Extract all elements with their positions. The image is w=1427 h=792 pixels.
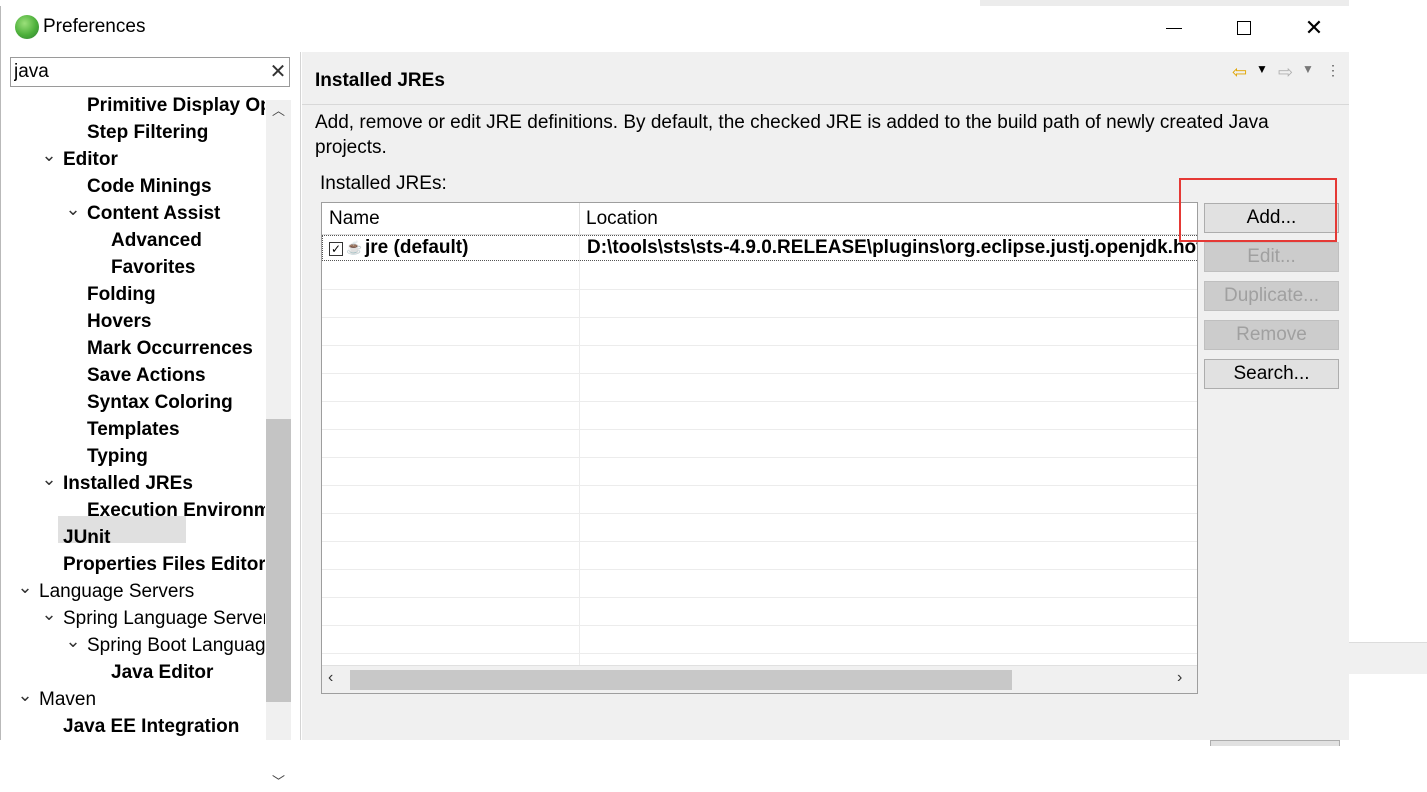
empty-row (322, 262, 1197, 290)
empty-row (322, 374, 1197, 402)
empty-row (322, 346, 1197, 374)
jre-table: Name Location ✓ ☕ jre (default) D:\tools… (321, 202, 1198, 694)
filter-input[interactable] (14, 61, 254, 83)
tree-scrollbar-thumb[interactable] (266, 419, 291, 702)
tree-item[interactable]: Maven (39, 686, 96, 713)
horizontal-scrollbar-thumb[interactable] (350, 670, 1012, 690)
tree-item[interactable]: Spring Boot Languag (87, 632, 265, 659)
edit-button[interactable]: Edit... (1204, 242, 1339, 272)
header-separator (302, 104, 1349, 105)
tree-item[interactable]: Advanced (111, 227, 202, 254)
jre-name-cell: jre (default) (365, 237, 469, 258)
table-label: Installed JREs: (320, 173, 447, 194)
tree-item[interactable]: Typing (87, 443, 148, 470)
minimize-icon (1166, 27, 1182, 29)
tree-expand-chevron-icon[interactable]: ⌄ (65, 200, 81, 227)
tree-expand-chevron-icon[interactable]: ⌄ (41, 470, 57, 497)
tree-item[interactable]: Execution Environm (87, 497, 265, 524)
preference-tree: Primitive Display Op Step Filtering ⌄ Edito… (1, 92, 265, 740)
column-header-name[interactable]: Name (329, 208, 380, 230)
tree-item[interactable]: Syntax Coloring (87, 389, 233, 416)
tree-expand-chevron-icon[interactable]: ⌄ (41, 146, 57, 173)
page-description: Add, remove or edit JRE definitions. By … (315, 112, 1269, 158)
tree-item[interactable]: Mark Occurrences (87, 335, 253, 362)
tree-item[interactable]: Content Assist (87, 200, 220, 227)
search-button[interactable]: Search... (1204, 359, 1339, 389)
table-row[interactable]: ✓ ☕ jre (default) D:\tools\sts\sts-4.9.0… (322, 235, 1198, 261)
annotation-highlight-box (1179, 178, 1337, 242)
close-icon: ✕ (1304, 15, 1324, 40)
tree-item[interactable]: Favorites (111, 254, 195, 281)
tree-item[interactable]: Java EE Integration (63, 713, 239, 740)
maximize-button[interactable] (1209, 6, 1279, 50)
scroll-right-icon[interactable]: › (1177, 669, 1182, 687)
remove-button[interactable]: Remove (1204, 320, 1339, 350)
filter-field[interactable]: ✕ (10, 57, 290, 87)
empty-row (322, 598, 1197, 626)
default-jre-checkbox[interactable]: ✓ (329, 242, 343, 256)
empty-row (322, 430, 1197, 458)
page-title: Installed JREs (315, 70, 445, 91)
forward-arrow-icon[interactable]: ⇨ (1278, 62, 1298, 84)
view-menu-icon[interactable]: ⋮ (1326, 62, 1340, 84)
column-header-location[interactable]: Location (586, 208, 658, 230)
jre-location-cell: D:\tools\sts\sts-4.9.0.RELEASE\plugins\o… (587, 237, 1198, 258)
tree-item[interactable]: Spring Language Server (63, 605, 265, 632)
jre-library-icon: ☕ (346, 240, 363, 255)
tree-item[interactable]: Step Filtering (87, 119, 208, 146)
empty-row (322, 290, 1197, 318)
duplicate-button[interactable]: Duplicate... (1204, 281, 1339, 311)
close-button[interactable]: ✕ (1279, 6, 1349, 50)
tree-item[interactable]: Templates (87, 416, 180, 443)
spring-leaf-icon (15, 15, 39, 39)
scroll-up-icon[interactable]: ︿ (266, 100, 291, 122)
apply-button-partial[interactable] (1210, 740, 1340, 746)
background-status-bar (1349, 642, 1427, 674)
tree-item[interactable]: Code Minings (87, 173, 212, 200)
empty-row (322, 514, 1197, 542)
background-area (1349, 0, 1427, 740)
minimize-button[interactable] (1139, 6, 1209, 50)
empty-row (322, 318, 1197, 346)
back-arrow-icon[interactable]: ⇦ (1232, 62, 1252, 84)
tree-item[interactable]: Primitive Display Op (87, 92, 265, 119)
tree-item[interactable]: Save Actions (87, 362, 206, 389)
empty-row (322, 486, 1197, 514)
preferences-dialog: Preferences ✕ ✕ Primitive Display OpStep… (0, 6, 1350, 789)
back-dropdown-icon[interactable]: ▼ (1256, 62, 1270, 84)
table-header: Name Location (322, 203, 1197, 235)
tree-item[interactable]: JUnit (63, 524, 111, 551)
tree-item[interactable]: Hovers (87, 308, 151, 335)
preference-tree-panel: ✕ Primitive Display OpStep Filtering⌄Edi… (1, 52, 301, 789)
empty-row (322, 542, 1197, 570)
tree-item[interactable]: Java Editor (111, 659, 213, 686)
empty-row (322, 570, 1197, 598)
tree-item[interactable]: Properties Files Editor (63, 551, 265, 578)
tree-item[interactable]: Editor (63, 146, 118, 173)
tree-expand-chevron-icon[interactable]: ⌄ (17, 578, 33, 605)
tree-item[interactable]: Folding (87, 281, 156, 308)
scroll-down-icon[interactable]: ﹀ (266, 772, 291, 792)
column-separator[interactable] (579, 203, 580, 235)
tree-expand-chevron-icon[interactable]: ⌄ (41, 605, 57, 632)
clear-filter-icon[interactable]: ✕ (266, 59, 290, 85)
tree-item[interactable]: Installed JREs (63, 470, 193, 497)
installed-jres-page: Installed JREs ⇦ ▼ ⇨ ▼ ⋮ Add, remove or … (302, 52, 1349, 746)
tree-item[interactable]: Language Servers (39, 578, 194, 605)
tree-expand-chevron-icon[interactable]: ⌄ (65, 632, 81, 659)
tree-expand-chevron-icon[interactable]: ⌄ (17, 686, 33, 713)
forward-dropdown-icon[interactable]: ▼ (1302, 62, 1316, 84)
empty-row (322, 626, 1197, 654)
empty-row (322, 402, 1197, 430)
window-title: Preferences (43, 16, 146, 37)
table-horizontal-scrollbar[interactable]: ‹ › (322, 665, 1197, 693)
empty-row (322, 458, 1197, 486)
scroll-left-icon[interactable]: ‹ (328, 669, 333, 687)
maximize-icon (1237, 21, 1251, 35)
title-bar: Preferences ✕ (1, 6, 1350, 52)
